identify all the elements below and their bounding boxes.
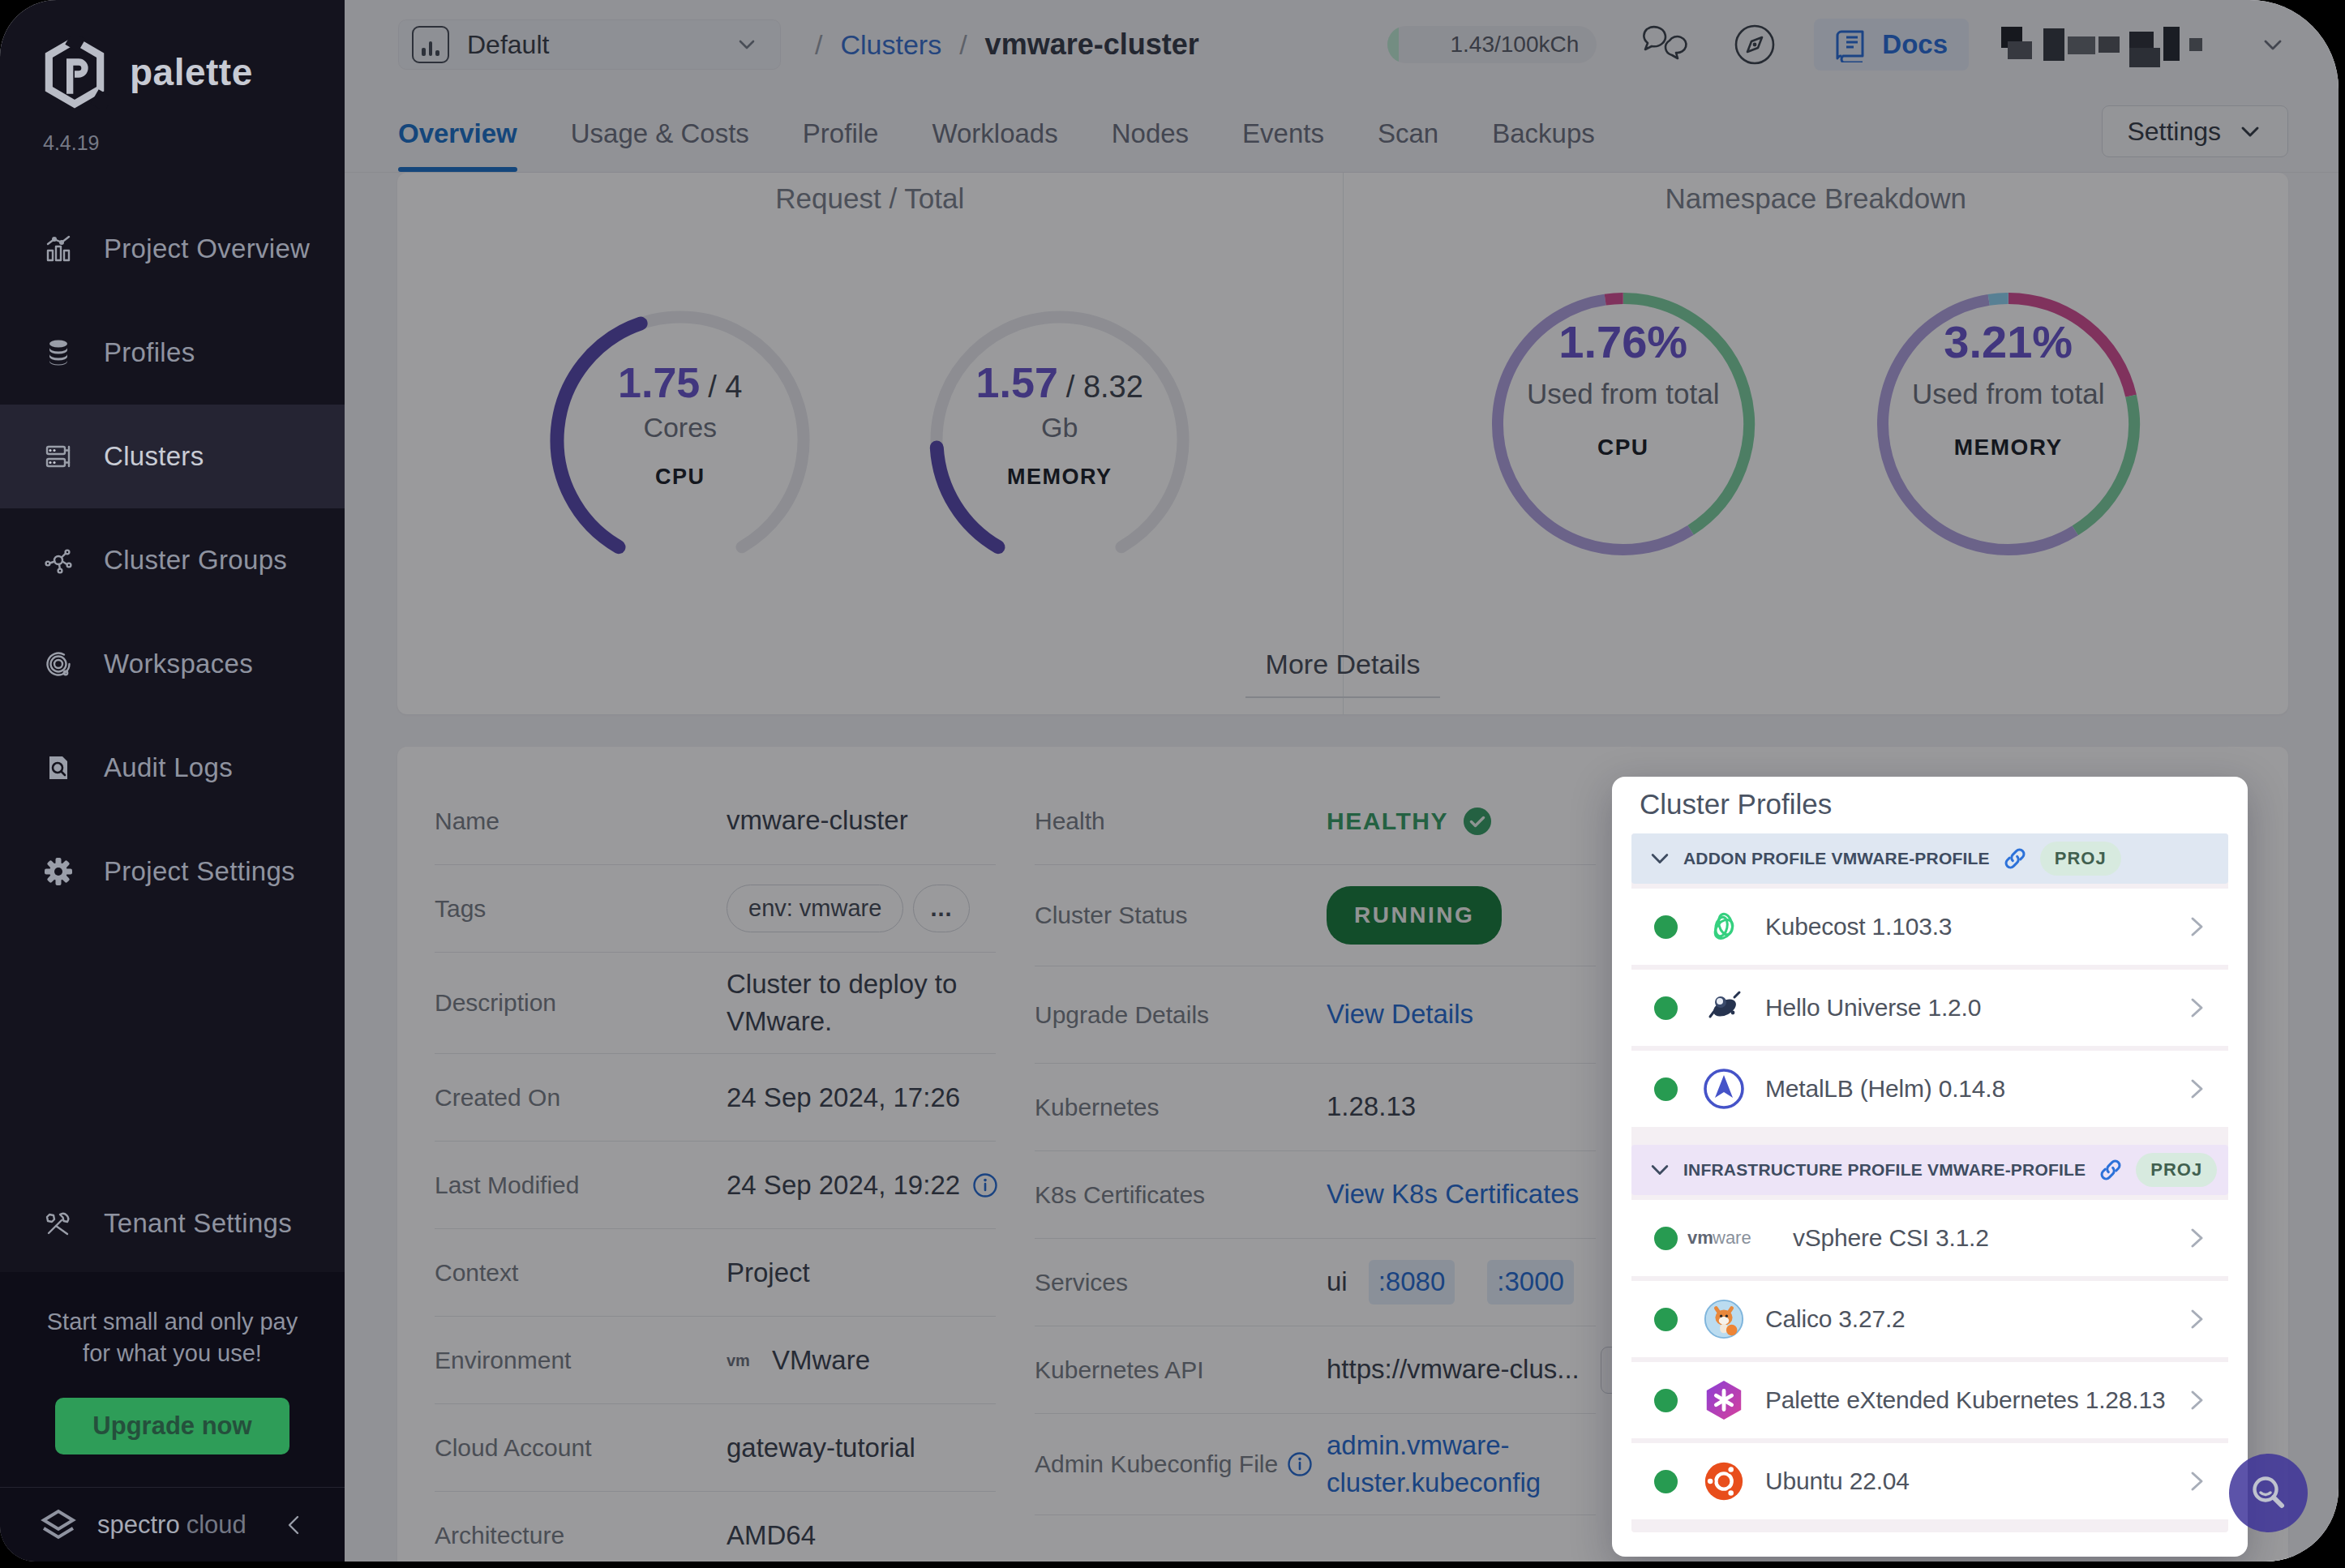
profile-layer-vsphere-csi[interactable]: vm ware vSphere CSI 3.1.2 [1631, 1200, 2228, 1276]
profile-layer-hello-universe[interactable]: Hello Universe 1.2.0 [1631, 970, 2228, 1046]
chevron-right-icon [2184, 1077, 2209, 1101]
project-overview-icon [42, 233, 75, 265]
proj-badge: PROJ [2040, 842, 2121, 876]
chevron-right-icon [2184, 996, 2209, 1020]
status-dot [1654, 1077, 1678, 1101]
status-dot [1654, 1389, 1678, 1412]
search-fab[interactable] [2229, 1454, 2308, 1532]
sidebar-item-audit-logs[interactable]: Audit Logs [0, 716, 345, 820]
chevron-down-icon [1648, 846, 1672, 871]
profile-layer-kubecost[interactable]: Kubecost 1.103.3 [1631, 889, 2228, 965]
status-dot [1654, 1470, 1678, 1493]
cluster-profiles-panel: Cluster Profiles ADDON PROFILE VMWARE-PR… [1612, 777, 2248, 1557]
brand-name: palette [130, 50, 253, 94]
infrastructure-profile-header[interactable]: INFRASTRUCTURE PROFILE VMWARE-PROFILE PR… [1631, 1145, 2228, 1195]
cluster-groups-icon [42, 544, 75, 576]
workspaces-icon [42, 648, 75, 680]
tenant-settings-icon [42, 1207, 75, 1240]
sidebar-collapse-button[interactable] [277, 1507, 312, 1543]
palette-logo-icon [41, 36, 109, 109]
audit-logs-icon [42, 752, 75, 784]
kubecost-icon [1702, 905, 1746, 949]
sidebar: palette 4.4.19 Project Overview [0, 0, 345, 1562]
sidebar-item-workspaces[interactable]: Workspaces [0, 612, 345, 716]
infrastructure-profile-title: INFRASTRUCTURE PROFILE VMWARE-PROFILE [1683, 1160, 2086, 1180]
spectro-cloud-brand: spectrocloud [37, 1504, 257, 1546]
sidebar-item-project-settings[interactable]: Project Settings [0, 820, 345, 923]
sidebar-item-label: Cluster Groups [104, 545, 287, 576]
metallb-icon [1702, 1067, 1746, 1111]
status-dot [1654, 1227, 1678, 1250]
brand: palette [0, 0, 345, 109]
link-icon [2001, 845, 2029, 872]
hello-universe-icon [1702, 986, 1746, 1030]
status-dot [1654, 915, 1678, 939]
sidebar-item-label: Profiles [104, 337, 195, 368]
profile-layer-calico[interactable]: Calico 3.27.2 [1631, 1281, 2228, 1357]
cluster-profiles-title: Cluster Profiles [1631, 785, 2228, 833]
svg-text:ware: ware [1712, 1227, 1751, 1248]
sidebar-footer: spectrocloud [0, 1487, 345, 1562]
upgrade-promo: Start small and only pay for what you us… [0, 1272, 345, 1487]
proj-badge: PROJ [2136, 1153, 2217, 1187]
svg-text:vm: vm [1687, 1227, 1713, 1248]
spectro-cloud-logo-icon [37, 1504, 79, 1546]
search-icon [2248, 1472, 2290, 1514]
profiles-icon [42, 336, 75, 369]
chevron-right-icon [2184, 915, 2209, 939]
sidebar-item-label: Audit Logs [104, 752, 233, 783]
sidebar-spacer [0, 923, 345, 1175]
addon-profile-title: ADDON PROFILE VMWARE-PROFILE [1683, 849, 1990, 868]
profile-layer-metallb[interactable]: MetalLB (Helm) 0.14.8 [1631, 1051, 2228, 1127]
sidebar-item-tenant-settings[interactable]: Tenant Settings [0, 1175, 345, 1272]
project-settings-icon [42, 855, 75, 888]
sidebar-item-label: Project Settings [104, 856, 295, 887]
chevron-right-icon [2184, 1388, 2209, 1412]
sidebar-item-clusters[interactable]: Clusters [0, 405, 345, 508]
addon-profile-header[interactable]: ADDON PROFILE VMWARE-PROFILE PROJ [1631, 833, 2228, 884]
ubuntu-icon [1702, 1459, 1746, 1503]
sidebar-item-label: Workspaces [104, 649, 253, 679]
chevron-right-icon [2184, 1307, 2209, 1331]
cluster-profiles-body: ADDON PROFILE VMWARE-PROFILE PROJ [1631, 833, 2228, 1532]
clusters-icon [42, 440, 75, 473]
app-window: palette 4.4.19 Project Overview [0, 0, 2339, 1562]
link-icon [2097, 1156, 2124, 1184]
chevron-right-icon [2184, 1469, 2209, 1493]
sidebar-item-project-overview[interactable]: Project Overview [0, 197, 345, 301]
sidebar-nav: Project Overview Profiles [0, 197, 345, 923]
sidebar-item-label: Clusters [104, 441, 204, 472]
profile-layer-ubuntu[interactable]: Ubuntu 22.04 [1631, 1443, 2228, 1519]
sidebar-item-cluster-groups[interactable]: Cluster Groups [0, 508, 345, 612]
calico-icon [1702, 1297, 1746, 1341]
status-dot [1654, 1308, 1678, 1331]
pxk-icon [1702, 1378, 1746, 1422]
sidebar-item-label: Tenant Settings [104, 1208, 292, 1239]
upgrade-now-button[interactable]: Upgrade now [55, 1398, 289, 1454]
main-area: Default / Clusters / vmware-cluster 1.43… [345, 0, 2339, 1562]
sidebar-item-label: Project Overview [104, 233, 310, 264]
chevron-right-icon [2184, 1226, 2209, 1250]
chevron-down-icon [1648, 1158, 1672, 1182]
promo-text: Start small and only pay for what you us… [24, 1306, 320, 1369]
spectro-cloud-name: spectrocloud [97, 1510, 247, 1540]
status-dot [1654, 996, 1678, 1020]
vmware-icon: vm ware [1687, 1216, 1777, 1260]
app-version: 4.4.19 [0, 109, 345, 155]
sidebar-item-profiles[interactable]: Profiles [0, 301, 345, 405]
profile-layer-palette-extended-kubernetes[interactable]: Palette eXtended Kubernetes 1.28.13 [1631, 1362, 2228, 1438]
